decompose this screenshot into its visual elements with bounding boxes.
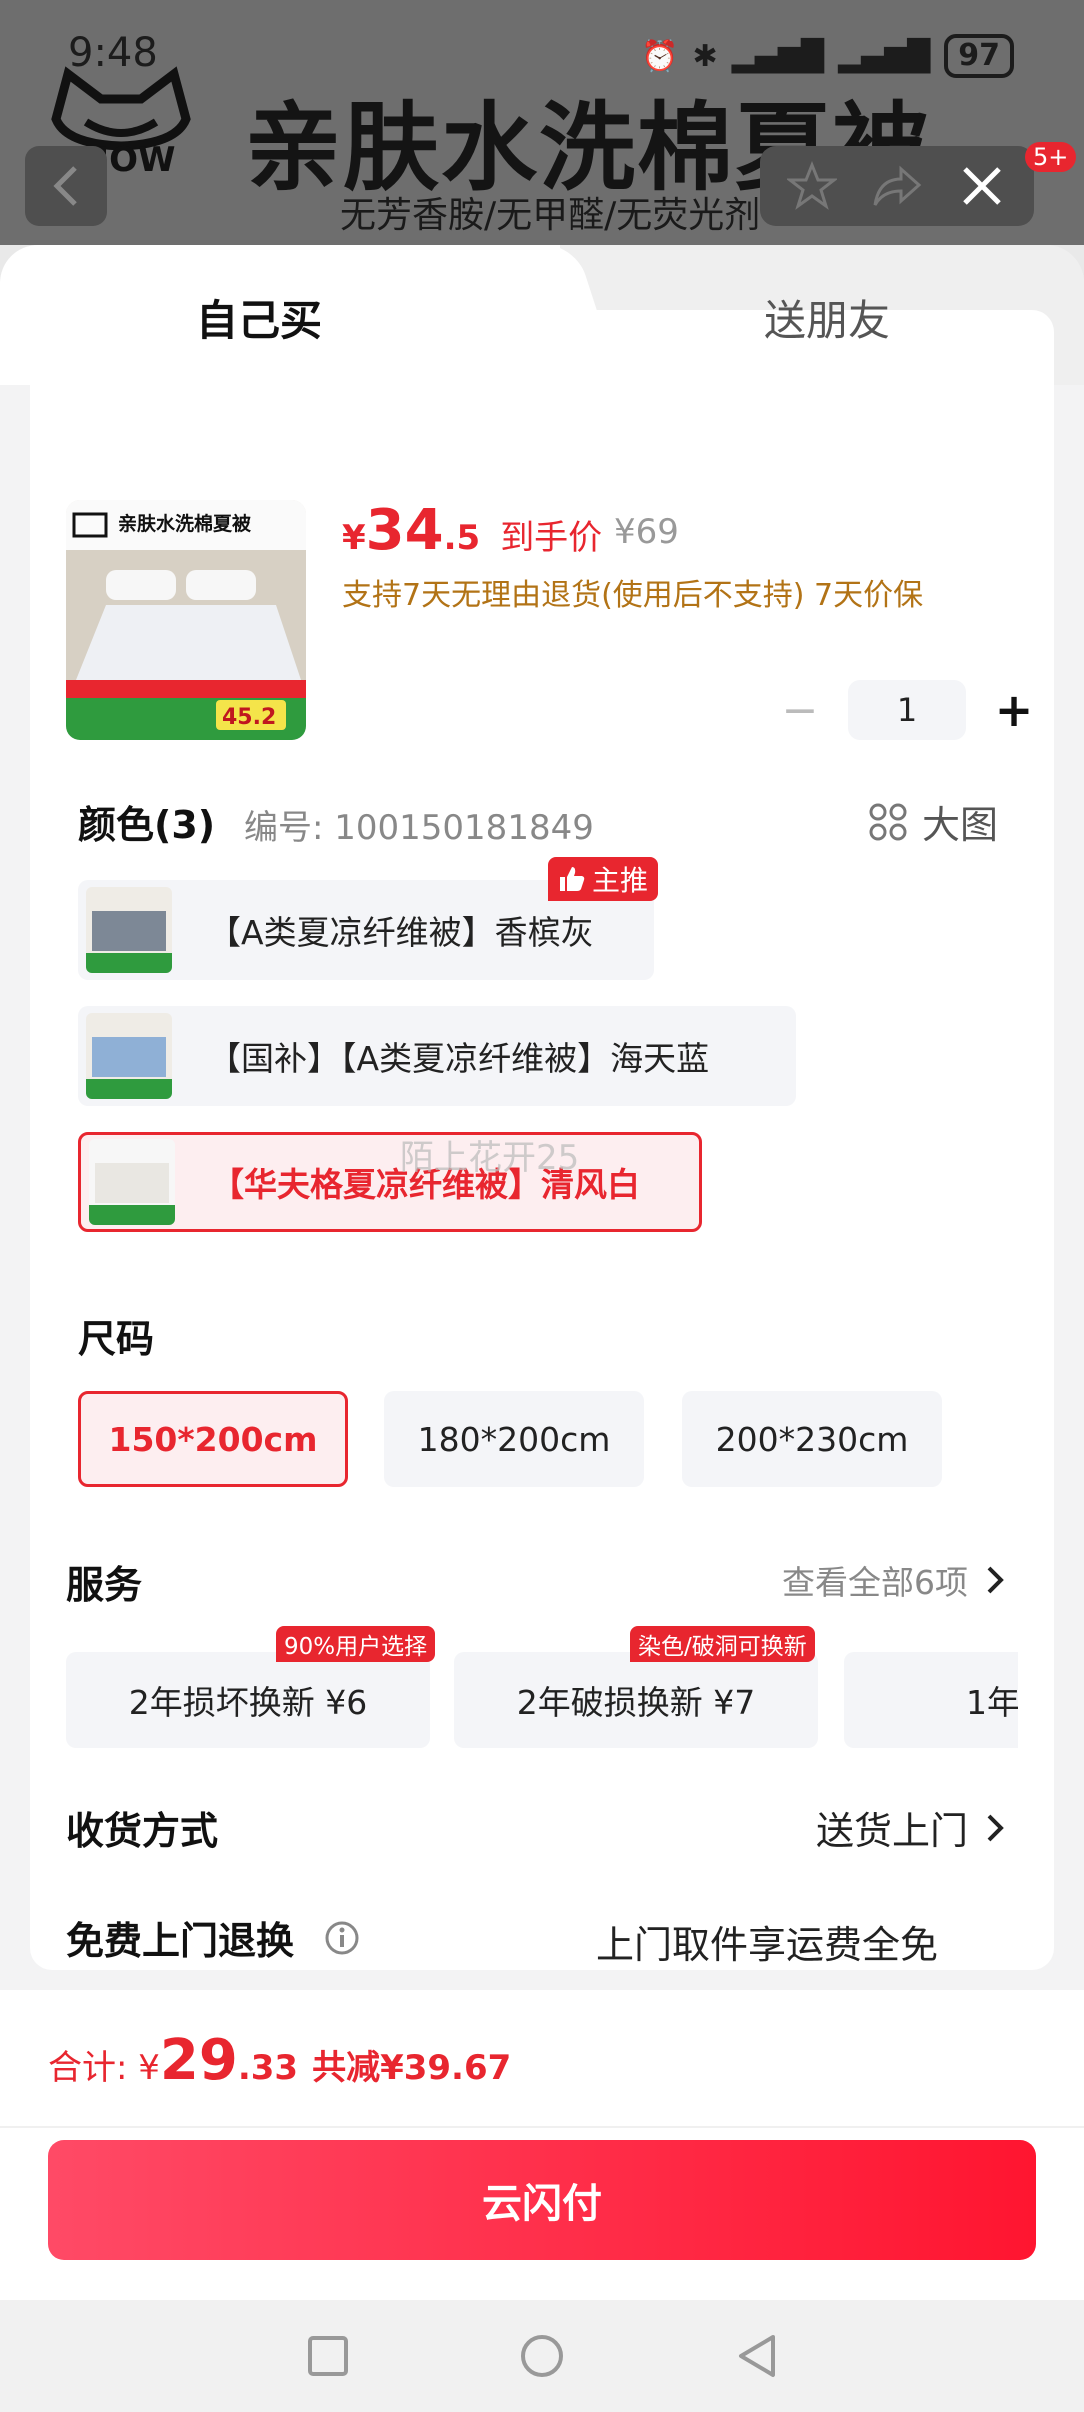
quantity-stepper: − 1 + (770, 680, 1044, 740)
signal-icon: ▂▄▆█ (731, 38, 824, 74)
service-section-title: 服务 (66, 1563, 143, 1607)
final-price: ¥34.5 到手价 (342, 498, 602, 563)
pay-button[interactable]: 云闪付 (48, 2140, 1036, 2260)
total-integer: 29 (159, 2028, 238, 2093)
chevron-left-icon (53, 166, 77, 206)
color-option-label: 【国补】【A类夏凉纤维被】海天蓝 (208, 1039, 710, 1078)
quantity-decrease-button[interactable]: − (770, 680, 830, 740)
watermark-text: 陌上花开25 (400, 1138, 580, 1178)
back-button[interactable] (25, 146, 107, 226)
background-product-page: 9:48 ⏰ ✱ ▂▄▆█ ▂▄▆█ 97 MIIOW 亲肤水洗棉夏被 无芳香胺… (0, 0, 1084, 245)
service-option-2yr-breakage[interactable]: 2年破损换新 ¥7 (454, 1652, 818, 1748)
sku-number: 编号: 100150181849 (244, 808, 594, 848)
star-icon[interactable] (787, 161, 837, 211)
grid-icon (869, 803, 907, 840)
returns-policy: 支持7天无理由退货(使用后不支持) 7天价保 (342, 578, 924, 613)
banner-subtitle: 无芳香胺/无甲醛/无荧光剂 (340, 195, 761, 236)
chevron-right-icon (987, 1566, 1004, 1594)
service-badge: 染色/破洞可换新 (630, 1626, 815, 1662)
product-image: 亲肤水洗棉夏被 45.2 (66, 500, 306, 740)
original-price: ¥69 (614, 512, 679, 552)
recommend-badge-label: 主推 (592, 864, 649, 897)
signal-icon-2: ▂▄▆█ (837, 38, 931, 74)
alarm-icon: ⏰ (641, 38, 679, 74)
home-icon[interactable] (519, 2333, 565, 2379)
size-section-title: 尺码 (78, 1317, 155, 1361)
view-all-label: 查看全部6项 (782, 1563, 968, 1602)
price-currency: ¥ (342, 518, 366, 558)
big-image-label: 大图 (922, 803, 999, 847)
back-nav-icon[interactable] (735, 2333, 777, 2379)
delivery-method-selector[interactable]: 送货上门 (816, 1800, 1004, 1855)
color-section-title: 颜色(3) (78, 803, 216, 847)
color-option-sea-blue[interactable]: 【国补】【A类夏凉纤维被】海天蓝 (78, 1006, 796, 1106)
tab-buy-for-self[interactable]: 自己买 (196, 287, 322, 348)
total-label: 合计: (48, 2048, 139, 2088)
price-decimal: .5 (443, 518, 481, 558)
bluetooth-icon: ✱ (692, 38, 718, 74)
size-option-150x200[interactable]: 150*200cm (78, 1391, 348, 1487)
size-option-180x200[interactable]: 180*200cm (384, 1391, 644, 1487)
share-icon[interactable] (871, 163, 923, 209)
product-thumbnail[interactable]: 亲肤水洗棉夏被 45.2 (66, 500, 306, 740)
thumbs-up-icon (560, 867, 585, 891)
footer-divider (0, 2126, 1084, 2128)
view-all-services-link[interactable]: 查看全部6项 (782, 1556, 1004, 1604)
service-badge: 90%用户选择 (276, 1626, 436, 1662)
quantity-increase-button[interactable]: + (984, 680, 1044, 740)
delivery-method-value: 送货上门 (815, 1809, 968, 1853)
free-return-value: 上门取件享运费全免 (596, 1923, 939, 1967)
color-thumbnail (89, 1139, 175, 1225)
chevron-right-icon (987, 1814, 1004, 1841)
info-icon[interactable] (324, 1920, 360, 1956)
color-option-breeze-white[interactable]: 【华夫格夏凉纤维被】清风白 (78, 1132, 702, 1232)
close-icon[interactable] (957, 161, 1007, 211)
thumbnail-title: 亲肤水洗棉夏被 (118, 512, 251, 535)
recent-apps-icon[interactable] (307, 2335, 349, 2377)
total-price: 合计: ¥29.33 共减¥39.67 (48, 2028, 511, 2093)
total-saving: 共减¥39.67 (312, 2048, 512, 2088)
tab-send-to-friend[interactable]: 送朋友 (764, 287, 890, 348)
system-navigation-bar (0, 2300, 1084, 2412)
total-decimal: .33 (237, 2048, 299, 2088)
price-tag: 到手价 (500, 518, 603, 558)
top-action-group (760, 146, 1034, 226)
color-thumbnail (86, 1013, 172, 1099)
color-thumbnail (86, 887, 172, 973)
battery-indicator: 97 (944, 34, 1014, 78)
total-currency: ¥ (138, 2048, 160, 2088)
color-option-label: 【A类夏凉纤维被】香槟灰 (208, 913, 594, 952)
recommend-badge: 主推 (548, 857, 659, 901)
service-option-2yr-damage[interactable]: 2年损坏换新 ¥6 (66, 1652, 430, 1748)
service-option-1yr-replace[interactable]: 1年换新 (844, 1652, 1018, 1748)
price-integer: 34 (365, 498, 444, 563)
notification-badge: 5+ (1025, 142, 1077, 172)
thumbnail-price: 45.2 (222, 705, 276, 730)
free-return-title: 免费上门退换 (66, 1919, 295, 1963)
big-image-button[interactable]: 大图 (868, 794, 998, 849)
delivery-section-title: 收货方式 (66, 1809, 219, 1853)
size-option-200x230[interactable]: 200*230cm (682, 1391, 942, 1487)
free-return-row: 免费上门退换 (66, 1910, 360, 1965)
service-options-row: 2年损坏换新 ¥6 2年破损换新 ¥7 1年换新 (66, 1652, 1018, 1748)
quantity-value[interactable]: 1 (848, 680, 966, 740)
